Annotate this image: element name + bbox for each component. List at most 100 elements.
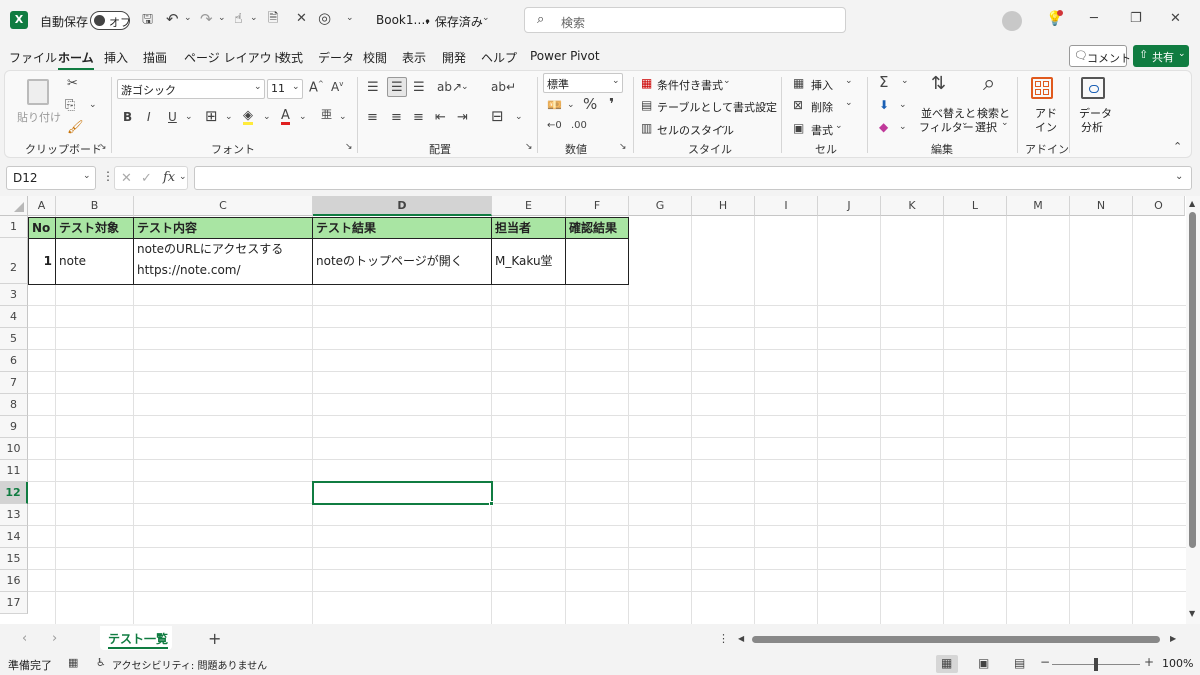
accounting-dropdown-icon[interactable]: ⌄ [567, 101, 575, 110]
column-header[interactable]: C [134, 196, 313, 216]
tab-data[interactable]: データ [318, 49, 354, 66]
save-status[interactable]: • 保存済み [424, 13, 483, 30]
fill-dropdown-icon[interactable]: ⌄ [263, 113, 271, 122]
column-header[interactable]: O [1133, 196, 1185, 216]
tab-help[interactable]: ヘルプ [481, 49, 517, 66]
insert-cells-button[interactable]: 挿入 [811, 77, 833, 93]
font-color-dropdown-icon[interactable]: ⌄ [299, 113, 307, 122]
tab-developer[interactable]: 開発 [442, 49, 466, 66]
conditional-dropdown-icon[interactable]: ⌄ [723, 77, 731, 86]
zoom-level[interactable]: 100% [1162, 657, 1193, 670]
zoom-out-icon[interactable]: − [1040, 656, 1050, 668]
undo-dropdown-icon[interactable]: ⌄ [184, 14, 192, 23]
phonetic-icon[interactable]: 亜 [321, 109, 332, 120]
row-header[interactable]: 2 [0, 238, 28, 284]
accounting-icon[interactable]: 💴 [547, 99, 562, 111]
undo-icon[interactable]: ↶ [166, 12, 179, 27]
accessibility-status[interactable]: アクセシビリティ: 問題ありません [112, 657, 267, 672]
cut-icon[interactable]: ✂ [67, 77, 78, 90]
header-cell-no[interactable]: No [28, 217, 56, 239]
font-launcher-icon[interactable]: ↘ [345, 143, 353, 152]
underline-button[interactable]: U [168, 111, 177, 123]
more-sheets-icon[interactable]: ⋮ [718, 633, 729, 644]
tab-file[interactable]: ファイル [9, 49, 57, 66]
bold-button[interactable]: B [123, 111, 132, 123]
format-as-table-button[interactable]: テーブルとして書式設定 [657, 99, 777, 115]
autosum-dropdown-icon[interactable]: ⌄ [901, 77, 909, 86]
italic-button[interactable]: I [147, 111, 151, 123]
column-header[interactable]: M [1007, 196, 1070, 216]
print-preview-icon[interactable]: 🗎 [268, 12, 278, 25]
row-header[interactable]: 15 [0, 548, 28, 570]
scroll-left-icon[interactable]: ◀ [738, 635, 744, 643]
format-painter-icon[interactable]: 🖌 [67, 121, 84, 134]
copy-icon[interactable]: ⎘ [65, 99, 75, 112]
customize-qat-icon[interactable]: ⌄ [346, 14, 354, 23]
row-header[interactable]: 10 [0, 438, 28, 460]
search-box[interactable]: ⌕ 検索 [524, 7, 846, 33]
font-size-select[interactable]: 11 ⌄ [267, 79, 303, 99]
accessibility-icon[interactable]: ♿ [96, 657, 106, 668]
fx-dropdown-icon[interactable]: ⌄ [179, 173, 187, 182]
clipboard-launcher-icon[interactable]: ↘ [99, 143, 107, 152]
header-cell-content[interactable]: テスト内容 [133, 217, 313, 239]
format-cells-icon[interactable]: ▣ [793, 122, 804, 134]
row-header[interactable]: 8 [0, 394, 28, 416]
tab-view[interactable]: 表示 [402, 49, 426, 66]
paste-button[interactable]: 貼り付け [17, 77, 61, 129]
autosum-icon[interactable]: Σ [879, 75, 888, 90]
merge-center-icon[interactable]: ⊟ [491, 109, 504, 124]
page-break-view-icon[interactable]: ▤ [1014, 657, 1025, 669]
increase-font-icon[interactable]: A^ [309, 81, 324, 95]
tab-insert[interactable]: 挿入 [104, 49, 128, 66]
wrap-text-icon[interactable]: ab↵ [491, 81, 516, 93]
find-select-icon[interactable]: ⌕ [983, 73, 995, 95]
cell-styles-dropdown-icon[interactable]: ⌄ [719, 122, 727, 131]
decrease-font-icon[interactable]: Av [331, 81, 343, 94]
font-name-select[interactable]: 游ゴシック ⌄ [117, 79, 265, 99]
copy-dropdown-icon[interactable]: ⌄ [89, 101, 97, 110]
cell-result[interactable]: noteのトップページが開く [312, 238, 492, 285]
cell-check[interactable] [565, 238, 629, 285]
row-header[interactable]: 7 [0, 372, 28, 394]
close-x-icon[interactable]: ✕ [296, 12, 307, 25]
percent-icon[interactable]: % [583, 97, 597, 112]
header-cell-owner[interactable]: 担当者 [491, 217, 566, 239]
cell-styles-icon[interactable]: ▥ [641, 122, 652, 134]
row-header[interactable]: 5 [0, 328, 28, 350]
row-header[interactable]: 9 [0, 416, 28, 438]
column-header[interactable]: E [492, 196, 566, 216]
addins-label-2[interactable]: イン [1035, 119, 1057, 135]
touch-mode-icon[interactable]: ☝ [234, 12, 243, 26]
fill-handle[interactable] [489, 501, 494, 506]
column-header-selected[interactable]: D [313, 196, 492, 216]
sort-filter-icon[interactable]: ⇅ [931, 75, 946, 93]
filename-dropdown-icon[interactable]: ⌄ [482, 14, 490, 23]
cell-no[interactable]: 1 [28, 238, 56, 285]
restore-icon[interactable]: ❐ [1130, 12, 1142, 25]
clear-icon[interactable]: ◆ [879, 121, 888, 133]
add-sheet-button[interactable]: + [208, 631, 221, 647]
decrease-decimal-icon[interactable]: .00 [571, 121, 587, 131]
tab-home[interactable]: ホーム [58, 49, 94, 71]
number-format-select[interactable]: 標準 ⌄ [543, 73, 623, 93]
normal-view-button[interactable]: ▦ [936, 655, 958, 673]
column-header[interactable]: A [28, 196, 56, 216]
cell-owner[interactable]: M_Kaku堂 [491, 238, 566, 285]
delete-dropdown-icon[interactable]: ⌄ [845, 99, 853, 108]
find-dropdown-icon[interactable]: ⌄ [1001, 119, 1009, 128]
delete-cells-button[interactable]: 削除 [811, 99, 833, 115]
table-dropdown-icon[interactable]: ⌄ [761, 99, 769, 108]
vertical-scroll-thumb[interactable] [1189, 212, 1196, 548]
user-avatar-icon[interactable] [1002, 11, 1022, 31]
insert-cells-icon[interactable]: ▦ [793, 77, 804, 89]
column-header[interactable]: L [944, 196, 1007, 216]
orientation-dropdown-icon[interactable]: ⌄ [461, 83, 469, 92]
sheet-tab-active[interactable]: テスト一覧 [100, 626, 172, 650]
row-header[interactable]: 17 [0, 592, 28, 614]
merge-dropdown-icon[interactable]: ⌄ [515, 113, 523, 122]
close-window-icon[interactable]: ✕ [1170, 12, 1181, 25]
cell-content[interactable]: noteのURLにアクセスする https://note.com/ [133, 238, 313, 285]
conditional-format-button[interactable]: 条件付き書式 [657, 77, 723, 93]
active-cell[interactable] [312, 481, 493, 505]
